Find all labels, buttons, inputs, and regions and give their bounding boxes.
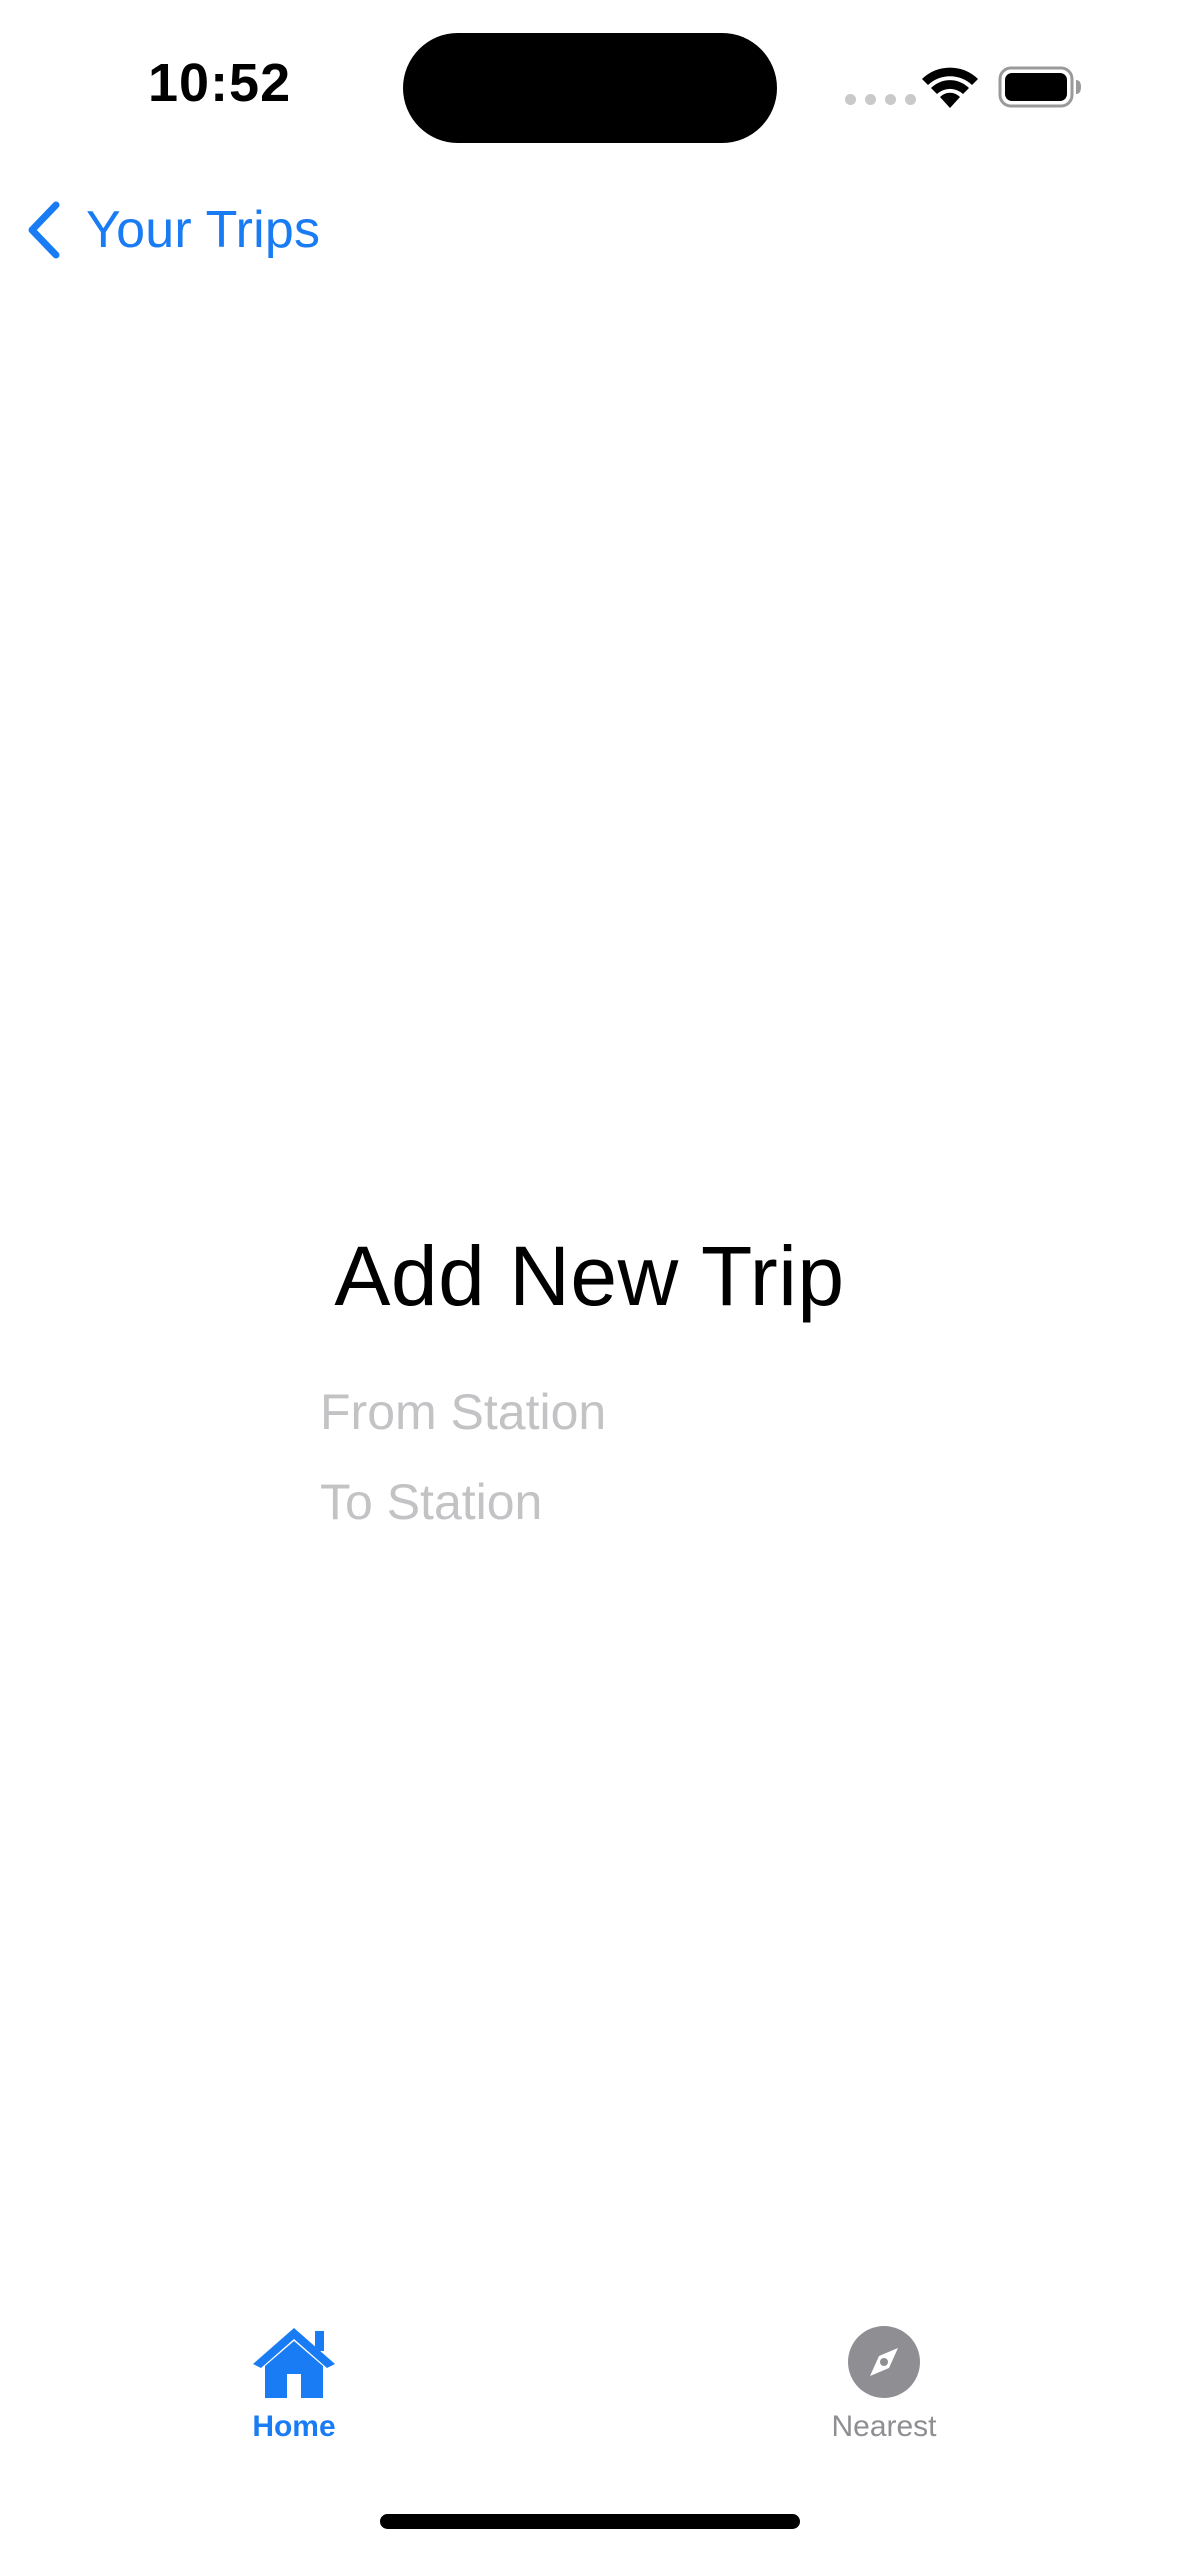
tab-home[interactable]: Home <box>164 2322 424 2444</box>
tab-nearest-label: Nearest <box>831 2410 937 2443</box>
compass-icon <box>848 2326 920 2398</box>
from-station-input[interactable] <box>320 1376 880 1448</box>
to-station-input[interactable] <box>320 1466 880 1538</box>
chevron-left-icon <box>28 201 60 259</box>
dynamic-island <box>403 33 777 143</box>
tab-bar: Home Nearest <box>0 2290 1179 2490</box>
page-title: Add New Trip <box>334 1229 845 1323</box>
tab-nearest[interactable]: Nearest <box>754 2322 1014 2444</box>
house-icon <box>253 2328 335 2398</box>
home-indicator <box>380 2514 800 2529</box>
wifi-icon <box>922 67 978 108</box>
battery-icon <box>998 66 1081 108</box>
status-time: 10:52 <box>148 53 292 113</box>
cellular-signal-icon <box>845 94 916 105</box>
tab-home-label: Home <box>252 2410 336 2443</box>
back-button[interactable]: Your Trips <box>24 190 320 270</box>
back-button-label: Your Trips <box>86 201 321 259</box>
